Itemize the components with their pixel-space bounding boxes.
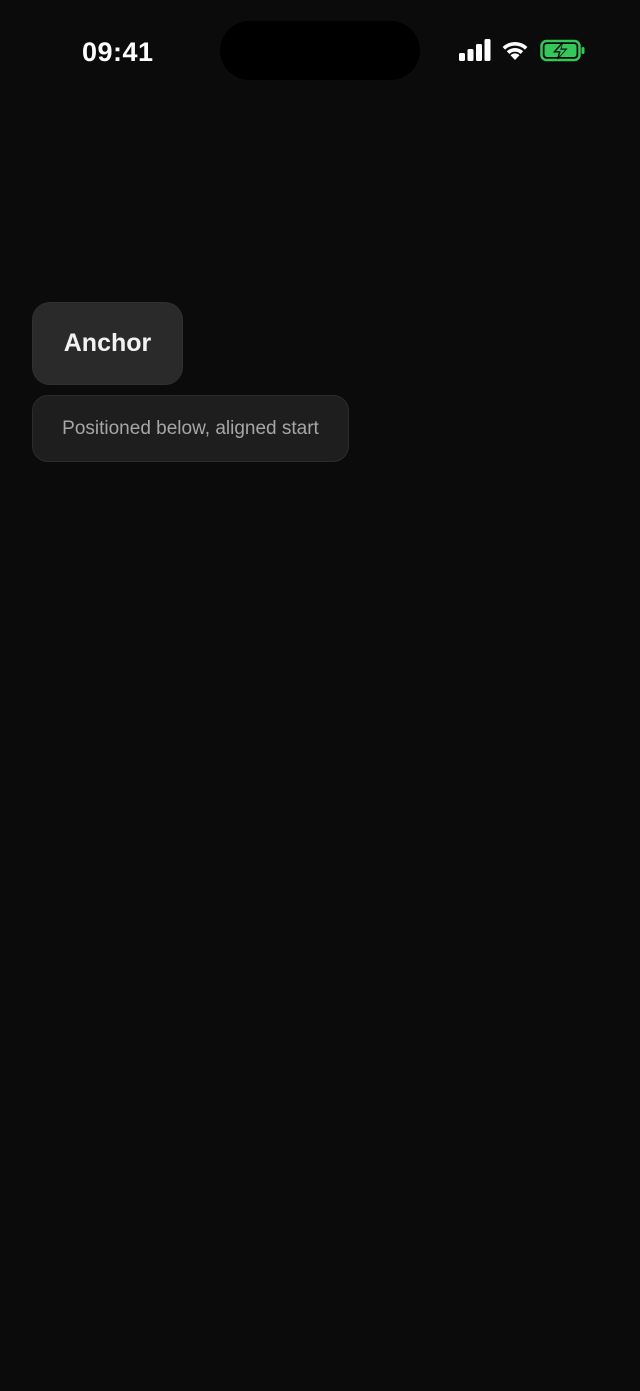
status-time: 09:41 — [82, 37, 154, 67]
dynamic-island — [220, 21, 420, 80]
cellular-signal-icon — [459, 39, 491, 61]
wifi-icon — [502, 41, 528, 60]
anchor-button[interactable]: Anchor — [32, 302, 183, 385]
status-icons — [456, 38, 588, 66]
app-screen: 09:41 Anchor Positioned below, aligned s… — [0, 0, 640, 1391]
anchor-button-label: Anchor — [63, 329, 152, 357]
popover: Positioned below, aligned start — [32, 395, 349, 462]
battery-charging-icon — [540, 39, 585, 62]
popover-text: Positioned below, aligned start — [62, 417, 319, 439]
